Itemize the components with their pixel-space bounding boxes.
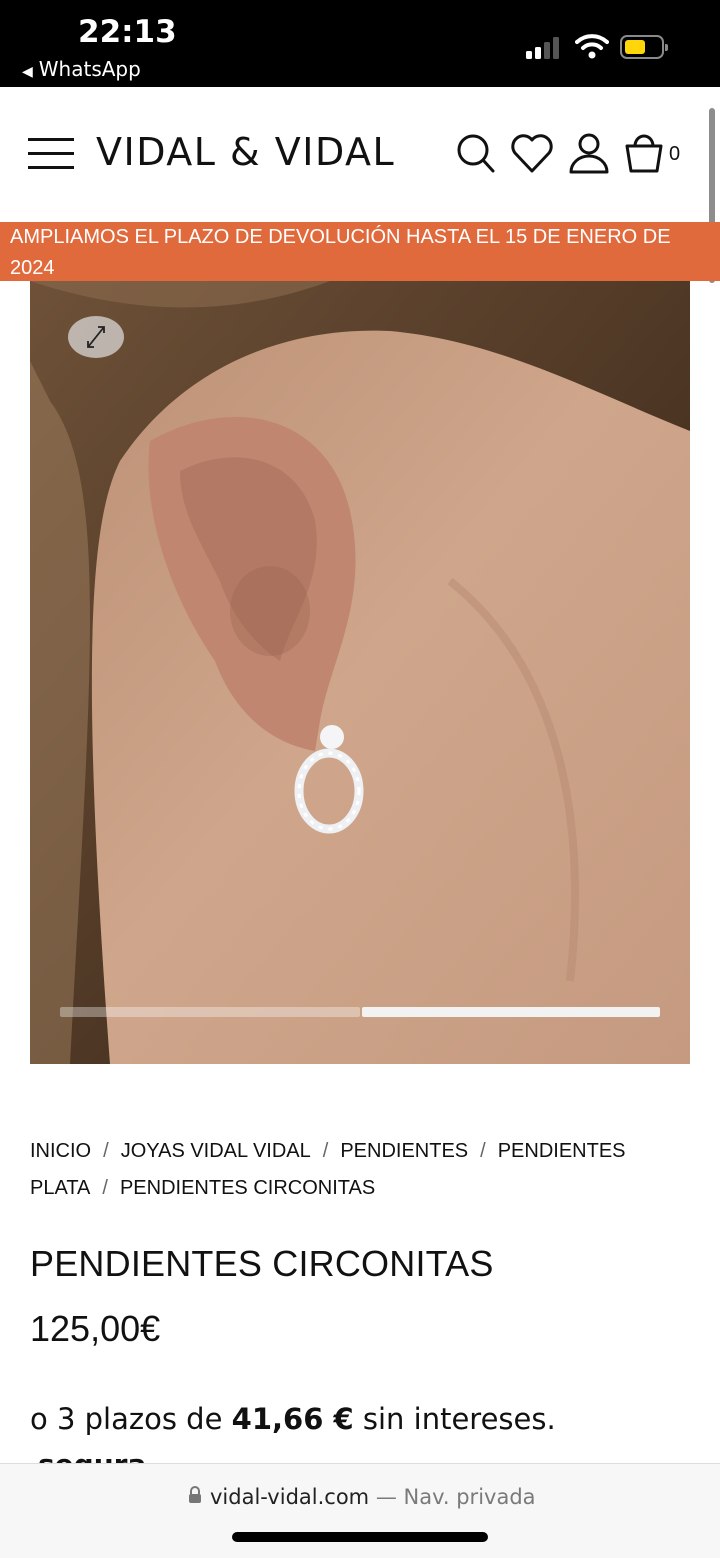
site-logo[interactable]: VIDAL & VIDAL xyxy=(96,130,395,174)
browser-address-bar[interactable] xyxy=(0,1463,720,1558)
product-title: PENDIENTES CIRCONITAS xyxy=(30,1243,494,1284)
user-icon[interactable] xyxy=(567,132,611,174)
breadcrumb-item-current: PENDIENTES CIRCONITAS xyxy=(119,1177,376,1199)
cart-icon[interactable] xyxy=(624,132,664,174)
installments-info: o 3 plazos de 41,66 € sin intereses. xyxy=(30,1402,556,1436)
private-mode-label: — Nav. privada xyxy=(375,1485,536,1509)
product-photo xyxy=(30,281,690,1064)
back-triangle-icon: ◀ xyxy=(22,64,33,80)
expand-icon xyxy=(87,326,105,348)
battery-icon xyxy=(620,35,668,59)
promo-banner: AMPLIAMOS EL PLAZO DE DEVOLUCIÓN HASTA E… xyxy=(0,222,720,281)
home-indicator[interactable] xyxy=(232,1532,488,1542)
product-price: 125,00€ xyxy=(30,1308,161,1349)
expand-image-button[interactable] xyxy=(68,316,124,358)
breadcrumb-item[interactable]: PENDIENTES xyxy=(340,1140,468,1162)
breadcrumb-item[interactable]: INICIO xyxy=(30,1140,91,1162)
menu-icon[interactable] xyxy=(28,138,74,170)
browser-url[interactable]: vidal-vidal.com — Nav. privada xyxy=(188,1485,536,1509)
search-icon[interactable] xyxy=(456,132,496,174)
gallery-slide-indicator[interactable] xyxy=(60,1007,360,1017)
back-app-label: WhatsApp xyxy=(38,57,141,81)
status-bar: 22:13 ◀ WhatsApp xyxy=(0,0,720,87)
installments-suffix: sin intereses. xyxy=(362,1402,556,1436)
lock-icon xyxy=(188,1485,202,1509)
product-image-gallery[interactable] xyxy=(30,281,690,1064)
gallery-pagination xyxy=(60,1007,660,1017)
installments-amount: 41,66 € xyxy=(231,1402,354,1436)
status-time: 22:13 xyxy=(78,14,177,50)
breadcrumb-item[interactable]: JOYAS VIDAL VIDAL xyxy=(121,1140,311,1162)
wifi-icon xyxy=(575,34,609,59)
browser-domain: vidal-vidal.com xyxy=(210,1485,370,1509)
gallery-slide-indicator-active[interactable] xyxy=(362,1007,660,1017)
installments-prefix: o 3 plazos de xyxy=(30,1402,223,1436)
back-to-app-link[interactable]: ◀ WhatsApp xyxy=(22,57,141,81)
cart-count: 0 xyxy=(669,143,681,165)
breadcrumb: INICIO / JOYAS VIDAL VIDAL / PENDIENTES / PEND… xyxy=(30,1140,626,1199)
signal-icon xyxy=(526,37,559,59)
heart-icon[interactable] xyxy=(510,132,554,174)
